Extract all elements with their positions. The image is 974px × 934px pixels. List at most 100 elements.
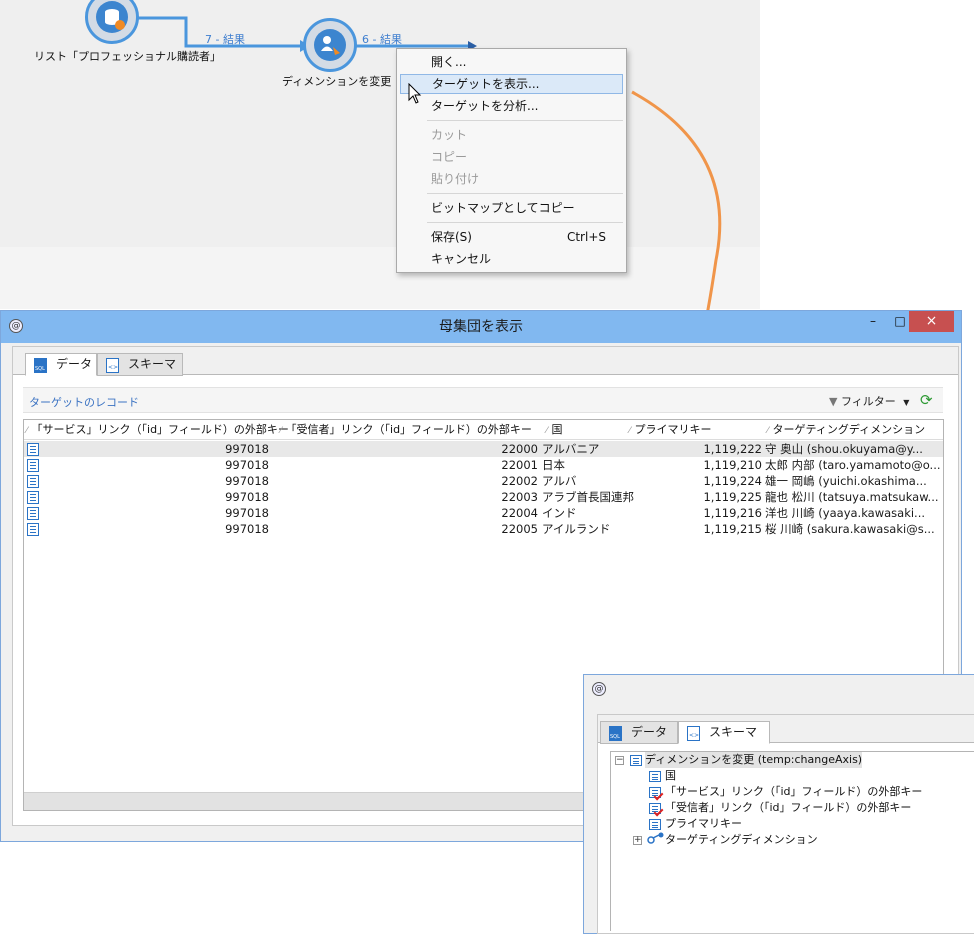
tab-data[interactable]: SQL データ (600, 721, 678, 744)
table-row[interactable]: 997018 22001 日本 1,119,210 太郎 内部 (taro.ya… (24, 457, 943, 473)
tab-data[interactable]: SQL データ (25, 353, 97, 376)
cell-targeting-dimension: 洋也 川崎 (yaaya.kawasaki... (765, 506, 926, 520)
filter-button[interactable]: ▼ フィルター ▼ (829, 393, 909, 409)
column-header-label: ターゲティングディメンション (772, 423, 926, 436)
table-row[interactable]: 997018 22003 アラブ首長国連邦 1,119,225 龍也 松川 (t… (24, 489, 943, 505)
menu-separator (427, 193, 623, 194)
grid-header: ⁄ 「サービス」リンク（「id」フィールド）の外部キー ⁄ 「受信者」リンク（「id… (24, 420, 943, 440)
menu-item-paste[interactable]: 貼り付け (397, 169, 626, 189)
cell-country: アルバ (542, 474, 577, 488)
column-header-targeting-dimension[interactable]: ⁄ ターゲティングディメンション (767, 420, 937, 440)
cell-targeting-dimension: 守 奥山 (shou.okuyama@y... (765, 442, 923, 456)
cell-country: アルバニア (542, 442, 600, 456)
tree-node-targeting-dimension[interactable]: ターゲティングディメンション (665, 832, 818, 848)
cell-recipient-fk: 22002 (501, 474, 538, 488)
menu-item-open[interactable]: 開く... (397, 52, 626, 72)
tree-node-service-fk[interactable]: 「サービス」リンク（「id」フィールド）の外部キー (665, 784, 922, 800)
change-dimension-node[interactable] (303, 18, 357, 72)
tab-strip: SQL データ <> スキーマ (13, 347, 958, 376)
window-titlebar[interactable]: @ 母集団を表示 – □ × (1, 311, 961, 343)
menu-item-save-label: 保存(S) (431, 230, 472, 244)
table-row[interactable]: 997018 22002 アルバ 1,119,224 雄一 岡嶋 (yuichi… (24, 473, 943, 489)
column-header-label: 「サービス」リンク（「id」フィールド）の外部キー (31, 423, 289, 436)
maximize-button[interactable]: □ (889, 311, 911, 332)
menu-item-show-target[interactable]: ターゲットを表示... (400, 74, 623, 94)
window-title: 母集団を表示 (439, 319, 523, 335)
column-header-country[interactable]: ⁄ 国 (546, 420, 626, 440)
record-icon (27, 507, 39, 520)
cell-primary-key: 1,119,222 (703, 442, 762, 456)
tree-node-country[interactable]: 国 (665, 768, 676, 784)
cell-primary-key: 1,119,216 (703, 506, 762, 520)
cell-recipient-fk: 22005 (501, 522, 538, 536)
change-dimension-icon (314, 29, 346, 61)
column-header-service-fk[interactable]: ⁄ 「サービス」リンク（「id」フィールド）の外部キー (26, 420, 289, 440)
app-icon: @ (592, 682, 606, 696)
cell-targeting-dimension: 太郎 内部 (taro.yamamoto@o... (765, 458, 941, 472)
tab-schema[interactable]: <> スキーマ (678, 721, 770, 744)
cell-primary-key: 1,119,210 (703, 458, 762, 472)
close-button[interactable]: × (909, 311, 954, 332)
tree-root[interactable]: ディメンションを変更 (temp:changeAxis) (645, 752, 863, 768)
record-icon (27, 491, 39, 504)
cell-country: アラブ首長国連邦 (542, 490, 634, 504)
filter-label: フィルター (840, 395, 896, 408)
tree-node-recipient-fk[interactable]: 「受信者」リンク（「id」フィールド）の外部キー (665, 800, 911, 816)
menu-item-copy[interactable]: コピー (397, 147, 626, 167)
foreign-key-icon (649, 803, 661, 814)
schema-window: @ SQL データ <> スキーマ − ディメンションを変更 (temp:cha… (583, 674, 974, 934)
context-menu: 開く... ターゲットを表示... ターゲットを分析... カット コピー 貼り… (396, 48, 627, 273)
schema-tab-strip: SQL データ <> スキーマ (598, 715, 974, 744)
cell-country: インド (542, 506, 577, 520)
cell-country: 日本 (542, 458, 565, 472)
schema-tree: − ディメンションを変更 (temp:changeAxis) 国 「サービス」リ… (610, 751, 974, 931)
expand-icon[interactable]: + (633, 836, 642, 845)
menu-item-cut[interactable]: カット (397, 125, 626, 145)
field-icon (649, 771, 661, 782)
sql-icon: SQL (609, 726, 622, 741)
field-icon (649, 819, 661, 830)
cell-service-fk: 997018 (225, 522, 269, 536)
table-row[interactable]: 997018 22004 インド 1,119,216 洋也 川崎 (yaaya.… (24, 505, 943, 521)
cell-service-fk: 997018 (225, 442, 269, 456)
menu-item-copy-bitmap[interactable]: ビットマップとしてコピー (397, 198, 626, 218)
dropdown-arrow-icon: ▼ (903, 398, 910, 407)
tree-node-primary-key[interactable]: プライマリキー (665, 816, 742, 832)
cell-targeting-dimension: 雄一 岡嶋 (yuichi.okashima... (765, 474, 927, 488)
cell-targeting-dimension: 龍也 松川 (tatsuya.matsukaw... (765, 490, 939, 504)
target-records-link[interactable]: ターゲットのレコード (29, 394, 139, 410)
table-row[interactable]: 997018 22000 アルバニア 1,119,222 守 奥山 (shou.… (24, 441, 943, 457)
menu-item-analyze-target[interactable]: ターゲットを分析... (397, 96, 626, 116)
minimize-button[interactable]: – (863, 311, 883, 332)
collapse-icon[interactable]: − (615, 756, 624, 765)
menu-separator (427, 120, 623, 121)
tab-schema[interactable]: <> スキーマ (97, 353, 183, 376)
transition-label-1: 7 - 結果 (205, 33, 245, 46)
menu-separator (427, 222, 623, 223)
column-header-primary-key[interactable]: ⁄ プライマリキー (629, 420, 759, 440)
menu-item-save[interactable]: 保存(S) Ctrl+S (397, 227, 626, 247)
table-row[interactable]: 997018 22005 アイルランド 1,119,215 桜 川崎 (saku… (24, 521, 943, 537)
menu-item-save-shortcut: Ctrl+S (566, 230, 606, 244)
sql-icon: SQL (34, 358, 47, 373)
column-header-label: 国 (551, 423, 563, 436)
schema-window-titlebar[interactable]: @ (584, 675, 974, 705)
column-header-label: プライマリキー (634, 423, 712, 436)
record-icon (27, 475, 39, 488)
tab-schema-label: スキーマ (128, 357, 177, 371)
cell-service-fk: 997018 (225, 490, 269, 504)
cell-recipient-fk: 22003 (501, 490, 538, 504)
cell-primary-key: 1,119,225 (703, 490, 762, 504)
refresh-icon[interactable]: ⟳ (920, 391, 933, 409)
tab-data-label: データ (56, 357, 93, 371)
list-node-label: リスト「プロフェッショナル購読者」 (34, 50, 221, 63)
tab-schema-label: スキーマ (709, 725, 758, 739)
column-header-recipient-fk[interactable]: ⁄ 「受信者」リンク（「id」フィールド）の外部キー (280, 420, 540, 440)
table-icon (630, 755, 642, 766)
record-icon (27, 459, 39, 472)
menu-item-cancel[interactable]: キャンセル (397, 249, 626, 269)
link-icon (647, 832, 664, 844)
database-icon (96, 1, 128, 33)
tab-data-label: データ (631, 725, 668, 739)
cell-recipient-fk: 22004 (501, 506, 538, 520)
